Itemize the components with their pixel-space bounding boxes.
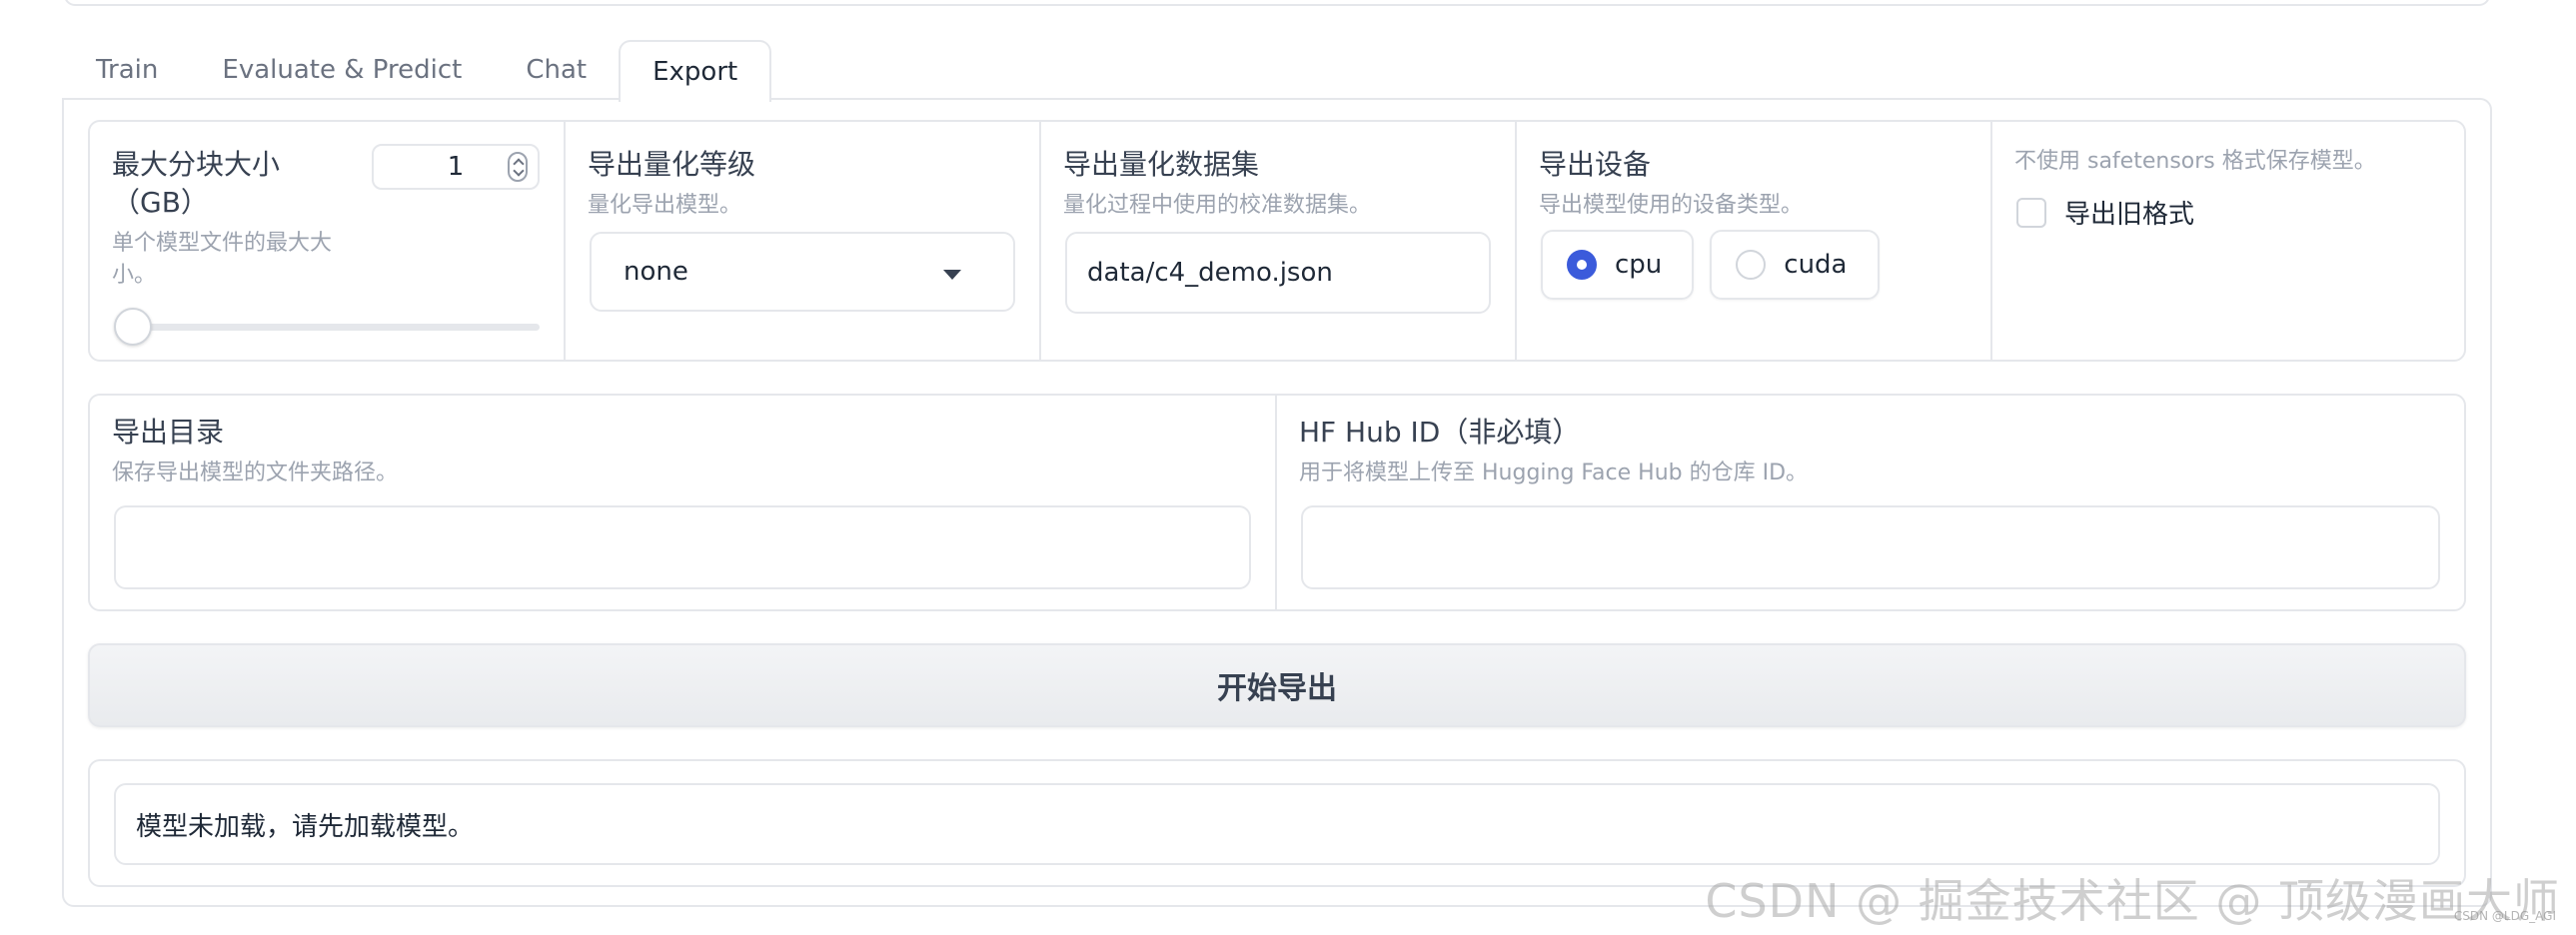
export-legacy-info: 不使用 safetensors 格式保存模型。 [2014, 149, 2376, 174]
hub-id-block: HF Hub ID（非必填） 用于将模型上传至 Hugging Face Hub… [1277, 396, 2464, 609]
hub-id-info: 用于将模型上传至 Hugging Face Hub 的仓库 ID。 [1299, 461, 1809, 485]
hub-id-label: HF Hub ID（非必填） [1299, 416, 1581, 449]
quant-bit-label: 导出量化等级 [588, 148, 756, 181]
quant-bit-selected-value: none [624, 257, 688, 287]
output-textbox[interactable]: 模型未加载，请先加载模型。 [114, 783, 2440, 865]
top-container-edge [64, 0, 2490, 6]
quant-bit-dropdown[interactable]: none [590, 232, 1015, 312]
start-export-button[interactable]: 开始导出 [88, 643, 2466, 727]
export-device-label: 导出设备 [1539, 148, 1652, 181]
tab-chat[interactable]: Chat [494, 40, 619, 100]
export-legacy-checkbox-row[interactable]: 导出旧格式 [2016, 194, 2194, 231]
watermark: CSDN @ 掘金技术社区 @ 顶级漫画大师 [1705, 874, 2560, 928]
max-shard-size-input[interactable]: 1 [372, 144, 540, 190]
export-legacy-label: 导出旧格式 [2064, 200, 2195, 230]
max-shard-size-info: 单个模型文件的最大大小。 [112, 231, 333, 288]
watermark-small: CSDN @LDG_AGI [2453, 909, 2556, 923]
quant-dataset-input[interactable]: data/c4_demo.json [1065, 232, 1491, 314]
export-dir-block: 导出目录 保存导出模型的文件夹路径。 [90, 396, 1277, 609]
tab-export[interactable]: Export [619, 40, 772, 102]
quant-bit-block: 导出量化等级 量化导出模型。 none [566, 122, 1041, 360]
quant-dataset-label: 导出量化数据集 [1063, 148, 1260, 181]
export-device-info: 导出模型使用的设备类型。 [1539, 193, 1804, 218]
max-shard-size-label: 最大分块大小（GB） [112, 148, 281, 219]
device-option-cpu-label: cpu [1615, 250, 1663, 280]
export-legacy-block: 不使用 safetensors 格式保存模型。 导出旧格式 [1992, 122, 2464, 360]
export-dir-input[interactable] [114, 505, 1251, 589]
device-option-cuda[interactable]: cuda [1710, 230, 1880, 300]
max-shard-size-slider-track[interactable] [120, 324, 540, 331]
max-shard-size-value: 1 [447, 152, 465, 182]
export-legacy-checkbox[interactable] [2016, 197, 2046, 228]
max-shard-size-slider-handle[interactable] [114, 308, 152, 346]
radio-selected-icon [1567, 250, 1597, 280]
export-device-block: 导出设备 导出模型使用的设备类型。 cpu cuda [1517, 122, 1992, 360]
export-dir-info: 保存导出模型的文件夹路径。 [112, 461, 399, 485]
tab-bar: Train Evaluate & Predict Chat Export [64, 40, 772, 102]
quant-dataset-info: 量化过程中使用的校准数据集。 [1063, 193, 1372, 218]
tab-train[interactable]: Train [64, 40, 190, 100]
export-device-radio-group: cpu cuda [1541, 230, 1880, 300]
quant-dataset-block: 导出量化数据集 量化过程中使用的校准数据集。 data/c4_demo.json [1041, 122, 1517, 360]
export-target-row: 导出目录 保存导出模型的文件夹路径。 HF Hub ID（非必填） 用于将模型上… [88, 394, 2466, 611]
max-shard-size-block: 最大分块大小（GB） 单个模型文件的最大大小。 1 [90, 122, 566, 360]
tab-evaluate-predict[interactable]: Evaluate & Predict [190, 40, 494, 100]
device-option-cpu[interactable]: cpu [1541, 230, 1695, 300]
quant-bit-info: 量化导出模型。 [588, 193, 742, 218]
radio-unselected-icon [1736, 250, 1767, 280]
export-options-row: 最大分块大小（GB） 单个模型文件的最大大小。 1 导出量化等级 量化导出模型。… [88, 120, 2466, 362]
export-dir-label: 导出目录 [112, 416, 225, 449]
number-stepper-icon[interactable] [508, 152, 528, 182]
chevron-down-icon [943, 270, 961, 280]
hub-id-input[interactable] [1301, 505, 2440, 589]
device-option-cuda-label: cuda [1784, 250, 1848, 280]
